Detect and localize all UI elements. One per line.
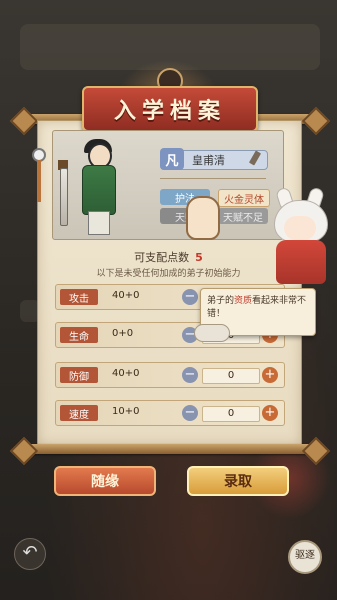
tassel-string	[37, 160, 41, 202]
decrease-button[interactable]: −	[182, 289, 198, 305]
alloc-value: 0	[202, 368, 260, 384]
stat-label: 攻击	[60, 289, 98, 305]
alloc-value: 0	[202, 406, 260, 422]
accept-button[interactable]: 录取	[187, 466, 289, 496]
disciple-name: 皇甫清	[192, 154, 225, 167]
decrease-button[interactable]: −	[182, 367, 198, 383]
speech-highlight: 资质	[234, 296, 253, 306]
page-title: 入学档案	[113, 99, 226, 124]
stat-value: 0+0	[112, 328, 134, 339]
character-legs	[88, 211, 110, 235]
mascot-body	[276, 240, 326, 284]
divider	[160, 178, 266, 179]
mascot-face	[284, 216, 316, 240]
character-robe	[82, 165, 116, 215]
points-value: 5	[195, 251, 203, 264]
stat-label: 防御	[60, 367, 98, 383]
decrease-button[interactable]: −	[182, 405, 198, 421]
pointer-hand-icon	[186, 196, 220, 240]
bunny-girl-mascot	[266, 186, 334, 286]
title-banner: 入学档案	[82, 86, 258, 132]
cloud-ornament	[194, 324, 230, 342]
grade-badge: 凡	[160, 148, 184, 170]
increase-button[interactable]: +	[262, 367, 278, 383]
sword-icon	[60, 168, 68, 226]
points-label-text: 可支配点数	[134, 251, 190, 264]
stat-label: 速度	[60, 405, 98, 421]
stat-value: 40+0	[112, 368, 140, 379]
scroll-bottom-rod	[22, 444, 314, 454]
stat-value: 40+0	[112, 290, 140, 301]
speech-text: 弟子的资质看起来非常不错！	[207, 295, 309, 321]
stat-row-defense: 防御 40+0 − 0 +	[55, 362, 285, 388]
trait-tag[interactable]: 天赋不足	[218, 208, 268, 224]
increase-button[interactable]: +	[262, 405, 278, 421]
stat-row-speed: 速度 10+0 − 0 +	[55, 400, 285, 426]
speech-prefix: 弟子的	[207, 296, 235, 306]
disciple-portrait	[78, 139, 118, 235]
stat-value: 10+0	[112, 406, 140, 417]
kick-button[interactable]: 驱逐	[288, 540, 322, 574]
back-icon[interactable]: ↶	[14, 538, 46, 570]
stat-label: 生命	[60, 327, 98, 343]
trait-tag[interactable]: 火金灵体	[218, 189, 270, 207]
random-button[interactable]: 随缘	[54, 466, 156, 496]
